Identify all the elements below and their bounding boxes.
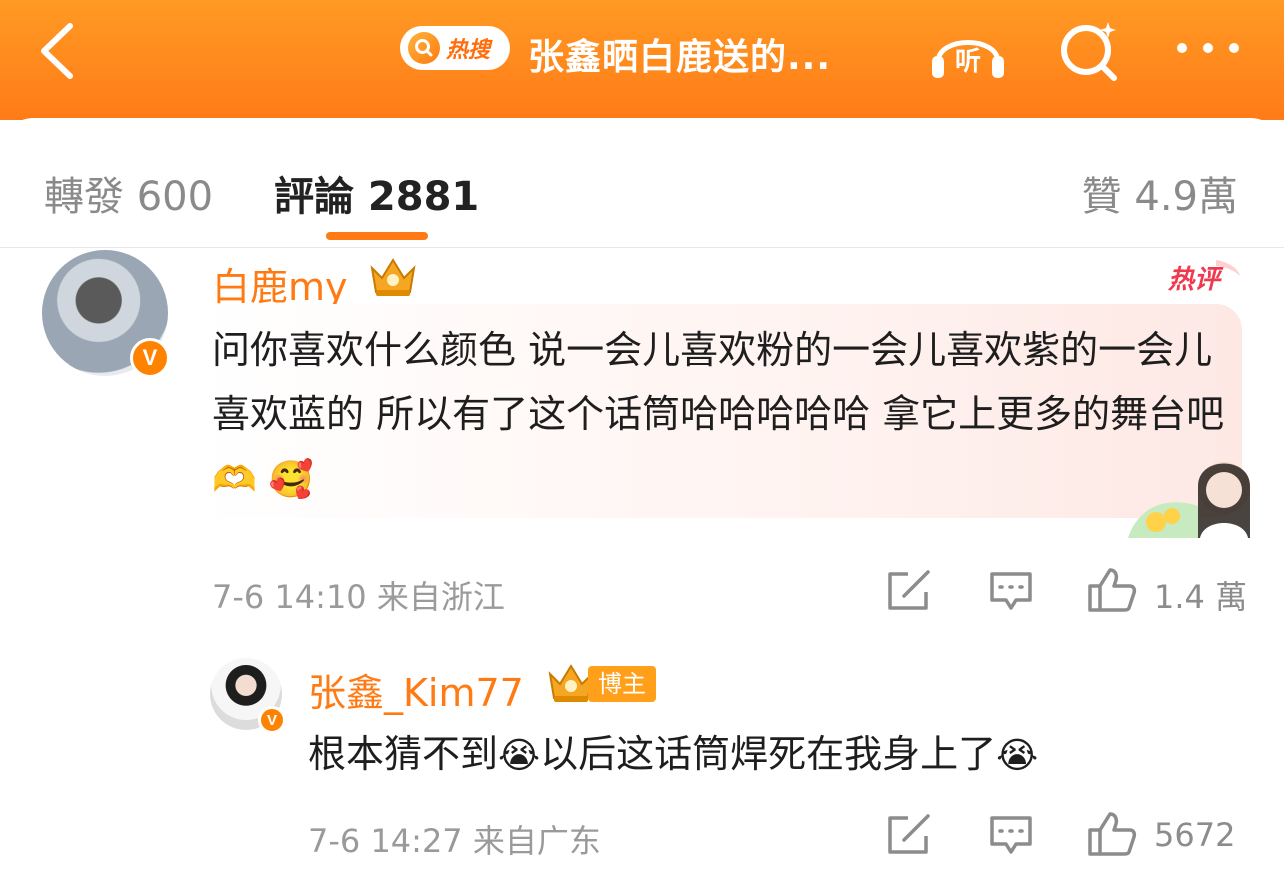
crying-emoji-icon: 😭 (498, 735, 541, 777)
comment-text: 问你喜欢什么颜色 说一会儿喜欢粉的一会儿喜欢紫的一会儿喜欢蓝的 所以有了这个话筒… (212, 318, 1232, 513)
listen-button[interactable]: 听 (928, 18, 1008, 82)
page-title: 张鑫晒白鹿送的... (528, 37, 832, 78)
verified-badge-icon: V (258, 706, 286, 734)
reply-text: 根本猜不到😭以后这话筒焊死在我身上了😭 (308, 724, 1038, 787)
verified-badge-icon: V (130, 338, 170, 378)
hot-comment-label: 热评 (1167, 265, 1224, 294)
more-icon[interactable] (1170, 18, 1250, 82)
tab-repost[interactable]: 轉發 600 (44, 164, 213, 222)
heart-hands-emoji-icon: 🫶 (212, 459, 257, 501)
bubble-decoration-icon (1128, 462, 1250, 538)
comment-meta: 7-6 14:10 来自浙江 (212, 578, 505, 616)
reply-text-part1: 根本猜不到 (308, 732, 499, 776)
listen-label: 听 (955, 47, 981, 77)
reply-icon[interactable] (988, 814, 1034, 856)
crying-emoji-icon: 😭 (996, 735, 1039, 777)
hot-search-label: 热搜 (446, 38, 491, 63)
reply-icon[interactable] (988, 570, 1034, 612)
top-bar: 热搜 张鑫晒白鹿送的... 听 (0, 0, 1284, 120)
comment-text-content: 问你喜欢什么颜色 说一会儿喜欢粉的一会儿喜欢紫的一会儿喜欢蓝的 所以有了这个话筒… (212, 328, 1225, 436)
hot-comment-icon: 热评 (1167, 260, 1240, 294)
back-icon[interactable] (30, 20, 90, 80)
reply-username[interactable]: 张鑫_Kim77 (308, 662, 524, 717)
smiling-hearts-emoji-icon: 🥰 (268, 459, 314, 501)
repost-icon[interactable] (886, 570, 932, 612)
search-icon (408, 32, 440, 64)
tab-comment[interactable]: 評論 2881 (274, 164, 479, 222)
tab-like[interactable]: 贊 4.9萬 (1082, 164, 1238, 222)
like-count: 5672 (1154, 816, 1236, 854)
hot-search-pill[interactable]: 热搜 (400, 26, 510, 70)
reply-text-part2: 以后这话筒焊死在我身上了 (540, 732, 997, 776)
repost-icon[interactable] (886, 814, 932, 856)
search-icon-button[interactable] (1052, 18, 1132, 82)
owner-badge: 博主 (588, 666, 656, 702)
crown-badge-icon (370, 258, 416, 296)
tab-bar: 轉發 600 評論 2881 贊 4.9萬 (0, 118, 1284, 248)
active-tab-indicator (326, 232, 428, 240)
like-count: 1.4 萬 (1154, 578, 1248, 616)
like-icon[interactable] (1086, 810, 1138, 858)
reply-meta: 7-6 14:27 来自广东 (308, 822, 601, 860)
comment-username[interactable]: 白鹿my (212, 256, 348, 311)
like-icon[interactable] (1086, 566, 1138, 614)
